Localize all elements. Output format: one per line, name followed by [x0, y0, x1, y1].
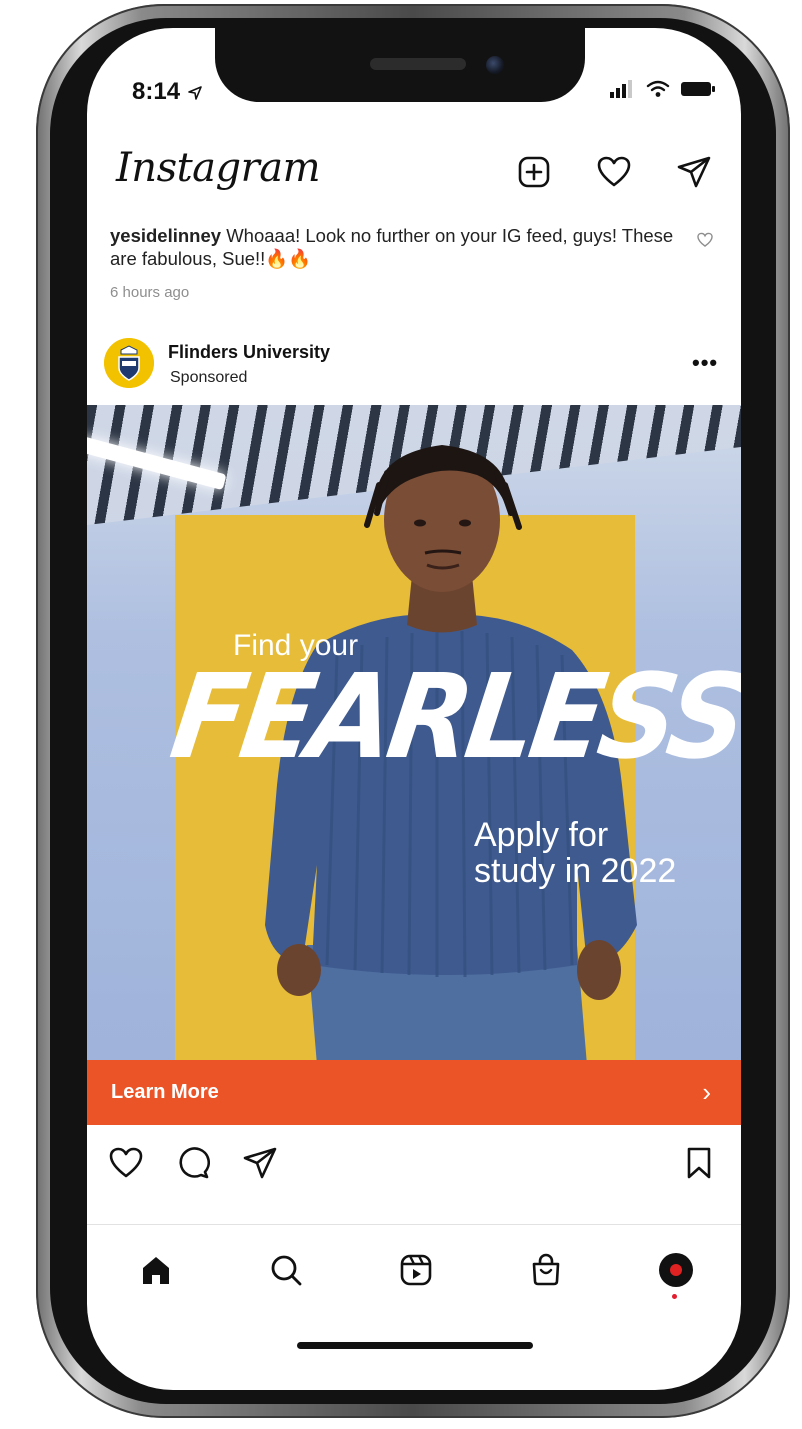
status-icons	[610, 80, 716, 103]
ad-headline: FEARLESS	[163, 650, 741, 785]
search-icon[interactable]	[266, 1250, 306, 1290]
nav-divider	[87, 1224, 741, 1225]
ad-apply-line2: study in 2022	[474, 852, 677, 890]
reels-icon[interactable]	[396, 1250, 436, 1290]
comment: yesidelinney Whoaaa! Look no further on …	[110, 224, 680, 270]
account-avatar[interactable]	[104, 338, 154, 388]
bookmark-icon[interactable]	[684, 1146, 714, 1185]
chevron-right-icon: ›	[702, 1077, 711, 1107]
comment-timestamp: 6 hours ago	[110, 284, 190, 301]
home-indicator[interactable]	[297, 1342, 533, 1349]
post-username[interactable]: Flinders University	[168, 342, 330, 363]
direct-message-icon[interactable]	[676, 154, 712, 190]
more-options-icon[interactable]: •••	[692, 350, 718, 376]
profile-avatar-image	[659, 1253, 693, 1287]
speaker-grille	[370, 58, 466, 70]
like-icon[interactable]	[108, 1146, 144, 1185]
notification-dot	[672, 1294, 677, 1299]
profile-avatar[interactable]	[656, 1250, 696, 1290]
university-crest-icon	[104, 338, 154, 388]
post-image[interactable]: Find your FEARLESS Apply for study in 20…	[87, 405, 741, 1060]
battery-icon	[680, 80, 716, 103]
heart-icon[interactable]	[596, 154, 632, 190]
bottom-navigation	[136, 1250, 696, 1290]
location-arrow-icon	[187, 78, 203, 105]
home-icon[interactable]	[136, 1250, 176, 1290]
header-actions	[516, 154, 712, 190]
front-camera	[486, 56, 504, 74]
comment-icon[interactable]	[176, 1146, 210, 1185]
device-frame: 8:14 Instagram yesidelinney Whoaaa! Look…	[0, 0, 802, 1429]
learn-more-label: Learn More	[111, 1081, 219, 1103]
post-actions	[108, 1146, 278, 1185]
ad-apply-line1: Apply for	[474, 816, 609, 854]
instagram-logo[interactable]: Instagram	[116, 145, 321, 191]
learn-more-button[interactable]: Learn More ›	[87, 1060, 741, 1125]
sponsored-label: Sponsored	[170, 369, 248, 386]
comment-like-icon[interactable]	[696, 232, 714, 253]
wifi-icon	[646, 80, 670, 103]
status-time-text: 8:14	[132, 78, 181, 105]
share-icon[interactable]	[242, 1146, 278, 1185]
new-post-icon[interactable]	[516, 154, 552, 190]
comment-username[interactable]: yesidelinney	[110, 225, 221, 246]
cellular-signal-icon	[610, 80, 636, 103]
ad-call-to-action-text: Apply for study in 2022	[474, 817, 676, 889]
shop-icon[interactable]	[526, 1250, 566, 1290]
status-time: 8:14	[132, 78, 203, 106]
